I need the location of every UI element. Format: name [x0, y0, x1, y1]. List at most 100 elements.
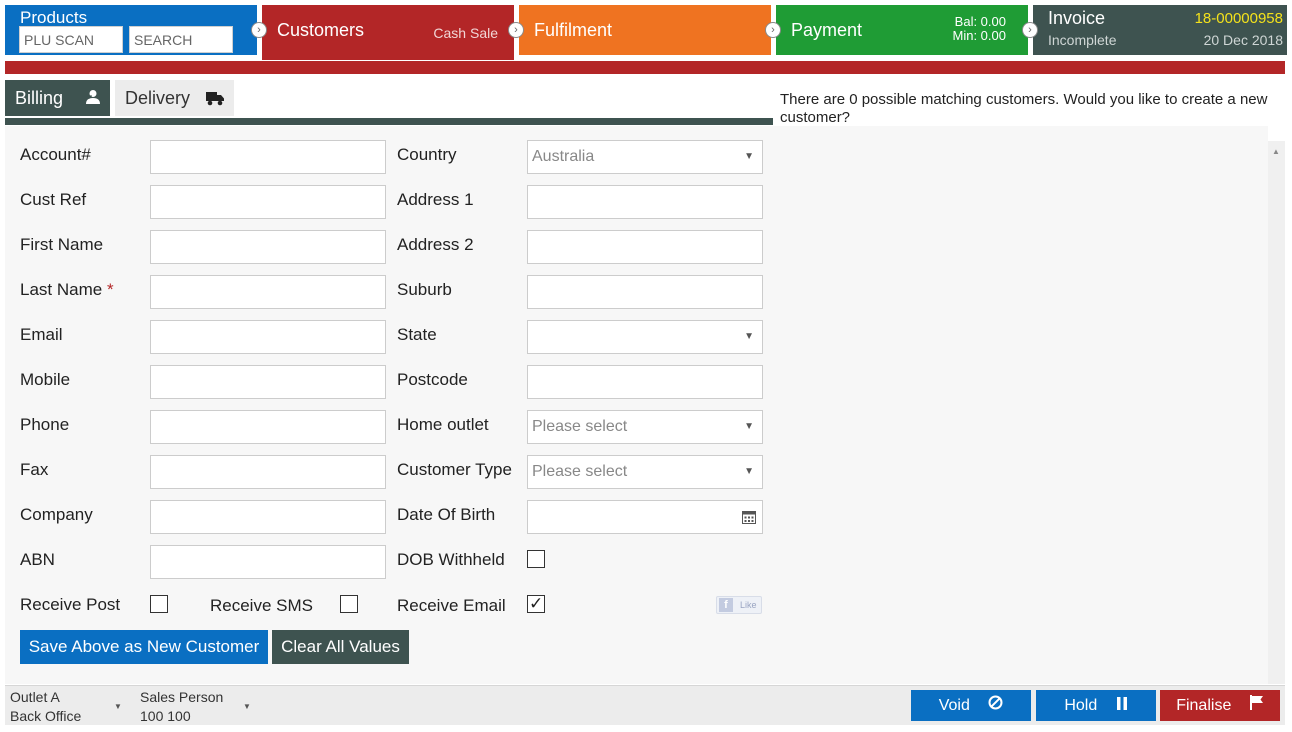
sales-person-value: 100 100 — [140, 708, 191, 724]
scroll-up-icon[interactable]: ▲ — [1272, 147, 1280, 156]
last-name-label: Last Name * — [20, 280, 114, 300]
active-step-bar — [5, 61, 1285, 74]
matching-customers-message: There are 0 possible matching customers.… — [780, 91, 1268, 126]
step-invoice-title: Invoice — [1048, 8, 1106, 28]
dob-withheld-checkbox[interactable] — [527, 550, 545, 568]
company-input[interactable] — [150, 500, 386, 534]
step-customers[interactable]: Customers Cash Sale — [262, 5, 514, 60]
cust-ref-label: Cust Ref — [20, 190, 87, 209]
step-invoice[interactable]: Invoice 18-00000958 Incomplete 20 Dec 20… — [1033, 5, 1287, 55]
tab-delivery[interactable]: Delivery — [115, 80, 234, 116]
customer-type-label: Customer Type — [397, 460, 512, 479]
form-scrollbar[interactable]: ▲ — [1268, 141, 1285, 684]
flag-icon — [1249, 690, 1264, 721]
country-select[interactable]: Australia ▼ — [527, 140, 763, 174]
customer-type-value: Please select — [532, 463, 628, 480]
receive-email-checkbox[interactable]: ✓ — [527, 594, 545, 613]
suburb-input[interactable] — [527, 275, 763, 309]
cust-ref-input[interactable] — [150, 185, 386, 219]
facebook-like-label: Like — [740, 600, 757, 610]
abn-input[interactable] — [150, 545, 386, 579]
ban-icon — [988, 690, 1003, 721]
first-name-input[interactable] — [150, 230, 386, 264]
postcode-input[interactable] — [527, 365, 763, 399]
chevron-down-icon: ▼ — [243, 702, 251, 711]
company-label: Company — [20, 505, 93, 524]
email-input[interactable] — [150, 320, 386, 354]
phone-label: Phone — [20, 415, 70, 434]
phone-input[interactable] — [150, 410, 386, 444]
calendar-icon[interactable] — [742, 510, 756, 529]
pos-customer-screen: Products › Customers Cash Sale › Fulfilm… — [0, 0, 1292, 732]
tab-underline — [5, 118, 773, 125]
tab-delivery-label: Delivery — [125, 88, 191, 108]
step-products[interactable]: Products — [5, 5, 257, 55]
receive-sms-label: Receive SMS — [210, 596, 313, 615]
person-icon — [85, 89, 100, 110]
suburb-label: Suburb — [397, 280, 452, 299]
void-button[interactable]: Void — [911, 690, 1031, 721]
hold-button[interactable]: Hold — [1036, 690, 1156, 721]
chevron-down-icon: ▼ — [114, 702, 122, 711]
postcode-label: Postcode — [397, 370, 468, 389]
hold-label: Hold — [1064, 697, 1098, 714]
last-name-input[interactable] — [150, 275, 386, 309]
clear-all-values-button[interactable]: Clear All Values — [272, 630, 409, 664]
country-label: Country — [397, 145, 457, 164]
last-name-label-text: Last Name — [20, 280, 103, 299]
address1-label: Address 1 — [397, 190, 474, 209]
finalise-button[interactable]: Finalise — [1160, 690, 1280, 721]
home-outlet-select[interactable]: Please select ▼ — [527, 410, 763, 444]
receive-email-label: Receive Email — [397, 596, 506, 615]
step-payment[interactable]: Payment Bal: 0.00 Min: 0.00 — [776, 5, 1028, 55]
fax-label: Fax — [20, 460, 49, 479]
facebook-like-button[interactable]: f Like — [716, 596, 762, 614]
dob-input[interactable] — [527, 500, 763, 534]
chevron-down-icon: ▼ — [744, 331, 754, 342]
mobile-label: Mobile — [20, 370, 71, 389]
step-customers-title: Customers — [277, 20, 365, 40]
balance-value: Bal: 0.00 — [954, 14, 1006, 29]
receive-post-label: Receive Post — [20, 595, 121, 614]
invoice-date: 20 Dec 2018 — [1203, 32, 1283, 48]
step-payment-title: Payment — [791, 20, 863, 40]
chevron-right-icon: › — [765, 22, 781, 38]
fax-input[interactable] — [150, 455, 386, 489]
home-outlet-value: Please select — [532, 418, 628, 435]
mobile-input[interactable] — [150, 365, 386, 399]
step-fulfilment[interactable]: Fulfilment — [519, 5, 771, 55]
pause-icon — [1116, 690, 1128, 721]
plu-scan-input[interactable] — [19, 26, 123, 53]
outlet-name: Outlet A — [10, 689, 60, 705]
dob-label: Date Of Birth — [397, 505, 496, 524]
chevron-right-icon: › — [251, 22, 267, 38]
state-label: State — [397, 325, 437, 344]
invoice-number: 18-00000958 — [1194, 10, 1283, 27]
country-value: Australia — [532, 148, 595, 165]
tab-billing[interactable]: Billing — [5, 80, 110, 116]
minimum-value: Min: 0.00 — [952, 28, 1006, 43]
state-select[interactable]: ▼ — [527, 320, 763, 354]
receive-post-checkbox[interactable] — [150, 595, 168, 613]
abn-label: ABN — [20, 550, 55, 569]
address1-input[interactable] — [527, 185, 763, 219]
payment-balance: Bal: 0.00 Min: 0.00 — [953, 15, 1006, 43]
account-input[interactable] — [150, 140, 386, 174]
step-products-title: Products — [20, 8, 88, 27]
outlet-register: Back Office — [10, 708, 82, 724]
save-new-customer-button[interactable]: Save Above as New Customer — [20, 630, 268, 664]
step-fulfilment-title: Fulfilment — [534, 20, 613, 40]
customer-type-select[interactable]: Please select ▼ — [527, 455, 763, 489]
tab-billing-label: Billing — [15, 88, 64, 108]
required-marker: * — [106, 280, 114, 299]
receive-sms-checkbox[interactable] — [340, 595, 358, 613]
checkmark-icon: ✓ — [529, 594, 544, 613]
address2-label: Address 2 — [397, 235, 474, 254]
dob-withheld-label: DOB Withheld — [397, 550, 505, 569]
address2-input[interactable] — [527, 230, 763, 264]
chevron-down-icon: ▼ — [744, 151, 754, 162]
invoice-status: Incomplete — [1048, 32, 1117, 48]
product-search-input[interactable] — [129, 26, 233, 53]
chevron-down-icon: ▼ — [744, 421, 754, 432]
first-name-label: First Name — [20, 235, 104, 254]
